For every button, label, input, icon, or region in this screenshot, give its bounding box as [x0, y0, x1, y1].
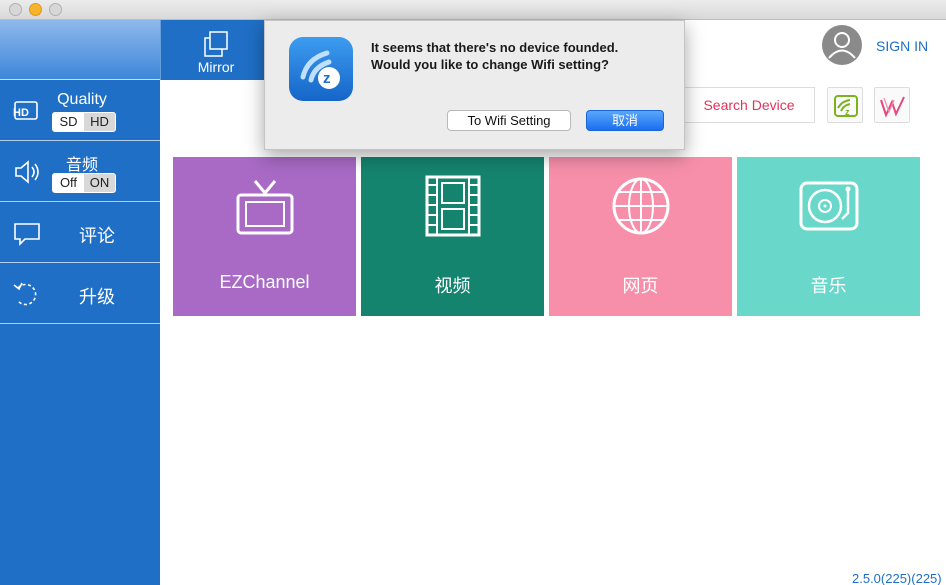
- quality-label: Quality: [57, 91, 107, 108]
- search-device-button[interactable]: Search Device: [684, 87, 815, 123]
- w-app-button[interactable]: [874, 87, 910, 123]
- zoom-window-button[interactable]: [49, 3, 62, 16]
- tile-label: 网页: [622, 276, 659, 296]
- mirror-button[interactable]: Mirror: [160, 20, 270, 80]
- hd-icon: HD: [13, 101, 38, 120]
- quality-option-hd[interactable]: HD: [84, 113, 115, 131]
- ez-cast-button[interactable]: z: [827, 87, 863, 123]
- tile-label: EZChannel: [219, 272, 310, 292]
- title-bar: [0, 0, 946, 20]
- svg-text:z: z: [323, 70, 331, 87]
- sidebar-item-comment[interactable]: 评论: [0, 203, 160, 263]
- w-logo-icon: [880, 96, 905, 118]
- refresh-icon: [13, 282, 37, 306]
- ez-cast-icon: z: [834, 95, 858, 117]
- upgrade-label: 升级: [79, 287, 115, 307]
- tile-music[interactable]: 音乐: [737, 157, 920, 316]
- alert-dialog: z It seems that there's no device founde…: [264, 20, 685, 150]
- tv-icon: [236, 180, 294, 235]
- turntable-icon: [799, 181, 859, 231]
- sidebar-item-audio: 音频 Off ON: [0, 142, 160, 202]
- dialog-message: It seems that there's no device founded.…: [371, 39, 671, 73]
- quality-toggle[interactable]: SD HD: [52, 112, 116, 132]
- ez-logo-icon: z: [300, 50, 340, 89]
- sidebar: HD Quality SD HD 音频 Off ON 评论 升级: [0, 20, 160, 585]
- sidebar-item-upgrade[interactable]: 升级: [0, 264, 160, 324]
- comment-icon: [14, 223, 40, 246]
- wifi-setting-button[interactable]: To Wifi Setting: [447, 110, 571, 131]
- sidebar-header: [0, 20, 160, 80]
- minimize-window-button[interactable]: [29, 3, 42, 16]
- tile-label: 视频: [434, 276, 471, 296]
- sidebar-item-quality: HD Quality SD HD: [0, 81, 160, 141]
- film-icon: [425, 175, 481, 237]
- tile-web[interactable]: 网页: [549, 157, 732, 316]
- tile-label: 音乐: [810, 276, 847, 296]
- avatar[interactable]: [822, 25, 862, 65]
- audio-option-on[interactable]: ON: [84, 174, 115, 192]
- comment-label: 评论: [79, 226, 115, 246]
- sign-in-link[interactable]: SIGN IN: [876, 38, 928, 54]
- mirror-icon: [204, 31, 228, 57]
- speaker-icon: [15, 160, 39, 184]
- audio-option-off[interactable]: Off: [53, 174, 84, 192]
- dialog-message-line1: It seems that there's no device founded.: [371, 40, 619, 55]
- tile-ezchannel[interactable]: EZChannel: [173, 157, 356, 316]
- globe-icon: [612, 177, 670, 235]
- svg-text:z: z: [845, 107, 850, 117]
- dialog-message-line2: Would you like to change Wifi setting?: [371, 57, 609, 72]
- cancel-button[interactable]: 取消: [586, 110, 664, 131]
- audio-toggle[interactable]: Off ON: [52, 173, 116, 193]
- quality-option-sd[interactable]: SD: [53, 113, 84, 131]
- audio-label: 音频: [65, 157, 98, 174]
- mirror-label: Mirror: [197, 59, 235, 75]
- svg-text:HD: HD: [13, 107, 29, 119]
- close-window-button[interactable]: [9, 3, 22, 16]
- app-window: HD Quality SD HD 音频 Off ON 评论 升级 Mirror …: [0, 0, 946, 585]
- version-label: 2.5.0(225)(225): [852, 571, 942, 585]
- user-icon: [828, 32, 856, 59]
- app-icon: z: [289, 37, 353, 101]
- tile-video[interactable]: 视频: [361, 157, 544, 316]
